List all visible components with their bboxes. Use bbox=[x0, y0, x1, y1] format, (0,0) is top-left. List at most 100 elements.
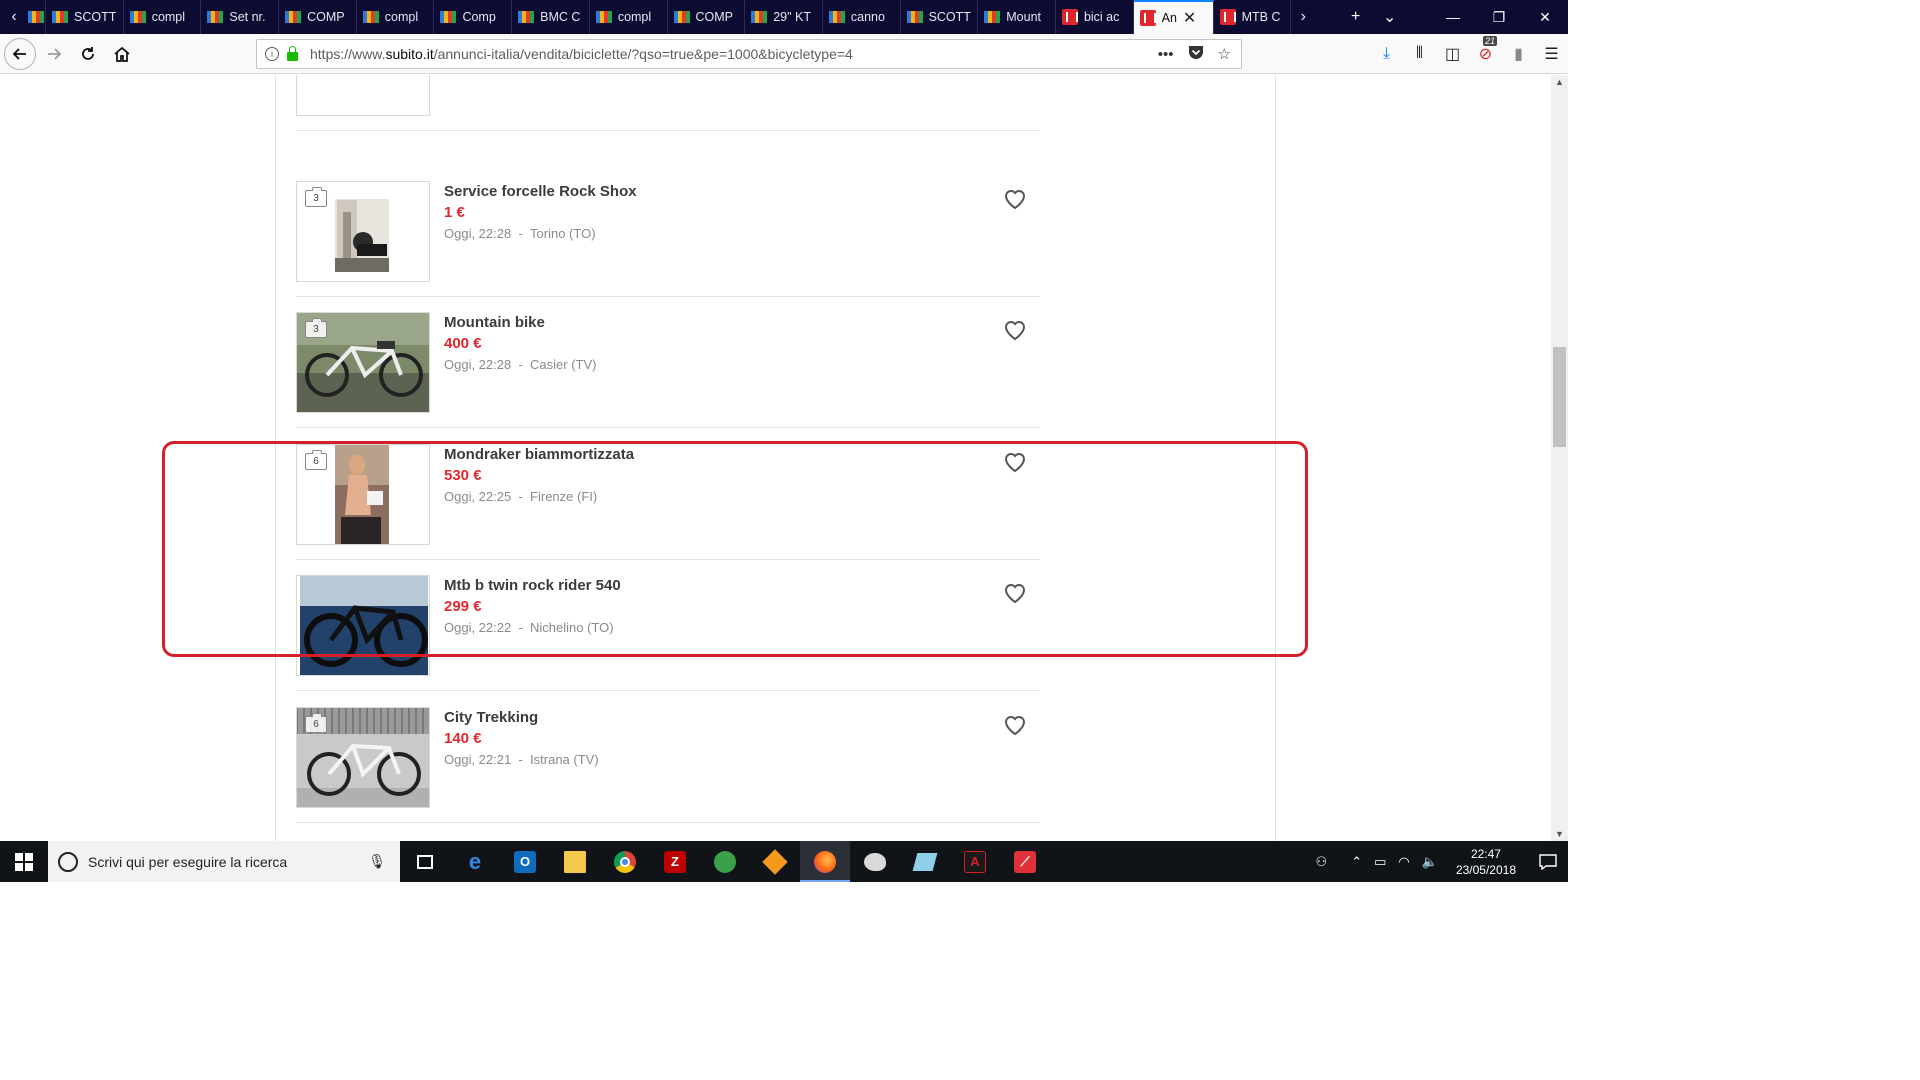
heart-icon[interactable] bbox=[1003, 714, 1027, 736]
listing-item[interactable]: 6 Mondraker biammortizzata 530 € Oggi, 22:2… bbox=[296, 429, 1040, 560]
heart-icon[interactable] bbox=[1003, 451, 1027, 473]
browser-tab[interactable]: Mount bbox=[978, 0, 1056, 34]
listing-thumbnail[interactable]: 3 bbox=[296, 312, 430, 413]
menu-icon[interactable]: ☰ bbox=[1535, 44, 1568, 64]
browser-tab[interactable]: Set nr. bbox=[201, 0, 280, 34]
listing-item[interactable]: 6 City Trekking 140 € Oggi, 22:21 - Istrana… bbox=[296, 692, 1040, 823]
browser-tab[interactable]: COMP bbox=[279, 0, 357, 34]
browser-tab[interactable]: An ✕ bbox=[1133, 0, 1214, 34]
scroll-down-arrow-icon[interactable]: ▼ bbox=[1555, 829, 1564, 839]
listing-thumbnail[interactable]: 3 bbox=[296, 181, 430, 282]
heart-icon[interactable] bbox=[1003, 582, 1027, 604]
microphone-icon[interactable]: 🎙 bbox=[368, 853, 386, 870]
listing-item[interactable]: 3 Service forcelle Rock Shox 1 € Oggi, 22:2… bbox=[296, 166, 1040, 297]
restore-button[interactable]: ❐ bbox=[1476, 9, 1522, 26]
back-button[interactable] bbox=[4, 37, 36, 70]
site-favicon-icon bbox=[984, 11, 1001, 23]
taskbar-filezilla[interactable]: Z bbox=[650, 841, 700, 882]
taskbar-file-explorer[interactable] bbox=[550, 841, 600, 882]
taskbar-outlook[interactable]: O bbox=[500, 841, 550, 882]
browser-tab[interactable]: SCOTT bbox=[46, 0, 124, 34]
tray-expand-icon[interactable]: ⌃ bbox=[1351, 854, 1362, 870]
forward-button[interactable] bbox=[38, 38, 70, 70]
acrobat-icon: A bbox=[964, 850, 986, 873]
close-tab-icon[interactable]: ✕ bbox=[1183, 8, 1196, 28]
browser-tab[interactable]: BMC C bbox=[512, 0, 590, 34]
listing-thumbnail[interactable] bbox=[296, 575, 430, 676]
browser-tab[interactable]: MTB C bbox=[1214, 0, 1292, 34]
reload-button[interactable] bbox=[72, 38, 104, 70]
taskbar-chrome[interactable] bbox=[600, 841, 650, 882]
battery-icon[interactable]: ▭ bbox=[1374, 854, 1386, 870]
pocket-icon[interactable] bbox=[1188, 45, 1204, 64]
browser-tab[interactable]: canno bbox=[823, 0, 901, 34]
listing-thumbnail[interactable]: 6 bbox=[296, 444, 430, 545]
listing-thumbnail[interactable]: 6 bbox=[296, 707, 430, 808]
list-all-tabs-button[interactable]: ⌄ bbox=[1373, 7, 1407, 27]
wifi-icon[interactable]: ◠ bbox=[1398, 854, 1409, 870]
browser-tab[interactable]: bici ac bbox=[1056, 0, 1134, 34]
scroll-up-arrow-icon[interactable]: ▲ bbox=[1555, 77, 1564, 87]
page-actions-icon[interactable]: ••• bbox=[1158, 46, 1174, 63]
tab-scroll-right-button[interactable]: › bbox=[1291, 0, 1315, 34]
new-tab-button[interactable]: + bbox=[1339, 8, 1373, 26]
heart-icon[interactable] bbox=[1003, 319, 1027, 341]
taskbar-search-box[interactable]: Scrivi qui per eseguire la ricerca 🎙 bbox=[48, 841, 400, 882]
task-view-button[interactable] bbox=[400, 841, 450, 882]
listing-page: 80 €Oggi, 22:30 - Roma (RM) 3 Service forc… bbox=[275, 75, 1276, 841]
taskbar-clock[interactable]: 22:47 23/05/2018 bbox=[1456, 846, 1516, 878]
listing-title[interactable]: Service forcelle Rock Shox bbox=[444, 183, 637, 200]
heart-icon[interactable] bbox=[1003, 188, 1027, 210]
tab-scroll-left-button[interactable]: ‹ bbox=[0, 0, 28, 34]
browser-tab[interactable]: compl bbox=[590, 0, 668, 34]
vertical-scrollbar[interactable]: ▲ ▼ bbox=[1551, 75, 1568, 841]
browser-tab[interactable]: compl bbox=[124, 0, 202, 34]
address-bar[interactable]: i https://www.subito.it/annunci-italia/v… bbox=[256, 39, 1242, 69]
taskbar-firefox[interactable] bbox=[800, 841, 850, 882]
browser-tab[interactable]: Comp bbox=[434, 0, 513, 34]
minimize-button[interactable]: — bbox=[1430, 9, 1476, 25]
listing-item[interactable]: 80 €Oggi, 22:30 - Roma (RM) bbox=[296, 75, 1040, 131]
listing-title[interactable]: Mondraker biammortizzata bbox=[444, 446, 634, 463]
taskbar-notes[interactable] bbox=[900, 841, 950, 882]
downloads-icon[interactable]: ⤓ bbox=[1370, 45, 1403, 63]
home-button[interactable] bbox=[106, 38, 138, 70]
browser-tab[interactable]: SCOTT bbox=[901, 0, 979, 34]
listing-title[interactable]: City Trekking bbox=[444, 709, 538, 726]
people-icon[interactable]: ⚇ bbox=[1316, 854, 1328, 870]
scrollbar-thumb[interactable] bbox=[1553, 347, 1566, 447]
browser-tab[interactable]: 29" KT bbox=[745, 0, 823, 34]
meta-separator: - bbox=[518, 752, 523, 767]
browser-tab[interactable]: [N bbox=[28, 0, 46, 34]
taskbar-paint[interactable] bbox=[850, 841, 900, 882]
taskbar-edge[interactable]: e bbox=[450, 841, 500, 882]
close-window-button[interactable]: ✕ bbox=[1522, 9, 1568, 26]
taskbar-acrobat[interactable]: A bbox=[950, 841, 1000, 882]
start-button[interactable] bbox=[0, 841, 48, 882]
tab-list: [N SCOTT compl Set nr. COMP compl Comp BMC C com… bbox=[28, 0, 1292, 34]
listing-thumbnail[interactable] bbox=[296, 75, 430, 116]
site-info-icon[interactable]: i bbox=[265, 47, 279, 61]
tab-label: compl bbox=[151, 10, 186, 24]
extension-icon[interactable]: ⊘ 21 bbox=[1469, 36, 1502, 64]
edge-icon: e bbox=[468, 848, 482, 874]
taskbar-globe-app[interactable] bbox=[700, 841, 750, 882]
site-favicon-icon bbox=[207, 11, 224, 23]
url-text[interactable]: https://www.subito.it/annunci-italia/ven… bbox=[310, 46, 853, 62]
bookmark-star-icon[interactable]: ☆ bbox=[1218, 45, 1231, 63]
taskbar-app-orange[interactable] bbox=[750, 841, 800, 882]
browser-tab[interactable]: compl bbox=[357, 0, 435, 34]
listing-title[interactable]: Mtb b twin rock rider 540 bbox=[444, 577, 621, 594]
taskbar-app-red[interactable]: ⟋ bbox=[1000, 841, 1050, 882]
listing-title[interactable]: Mountain bike bbox=[444, 314, 545, 331]
volume-icon[interactable]: 🔈 bbox=[1422, 854, 1438, 870]
sidebar-icon[interactable]: ◫ bbox=[1436, 44, 1469, 64]
extension-2-icon[interactable]: ▮ bbox=[1502, 44, 1535, 64]
browser-tab[interactable]: COMP bbox=[668, 0, 746, 34]
library-icon[interactable]: ⫴ bbox=[1403, 45, 1436, 63]
listing-item[interactable]: 3 Mountain bike 400 € Oggi, 22:28 - Casier … bbox=[296, 297, 1040, 428]
photo-count-icon: 6 bbox=[305, 713, 327, 733]
action-center-button[interactable] bbox=[1528, 841, 1568, 882]
tab-strip: ‹ [N SCOTT compl Set nr. COMP compl Comp BMC C c… bbox=[0, 0, 1568, 34]
listing-item[interactable]: Mtb b twin rock rider 540 299 € Oggi, 22:2… bbox=[296, 560, 1040, 691]
